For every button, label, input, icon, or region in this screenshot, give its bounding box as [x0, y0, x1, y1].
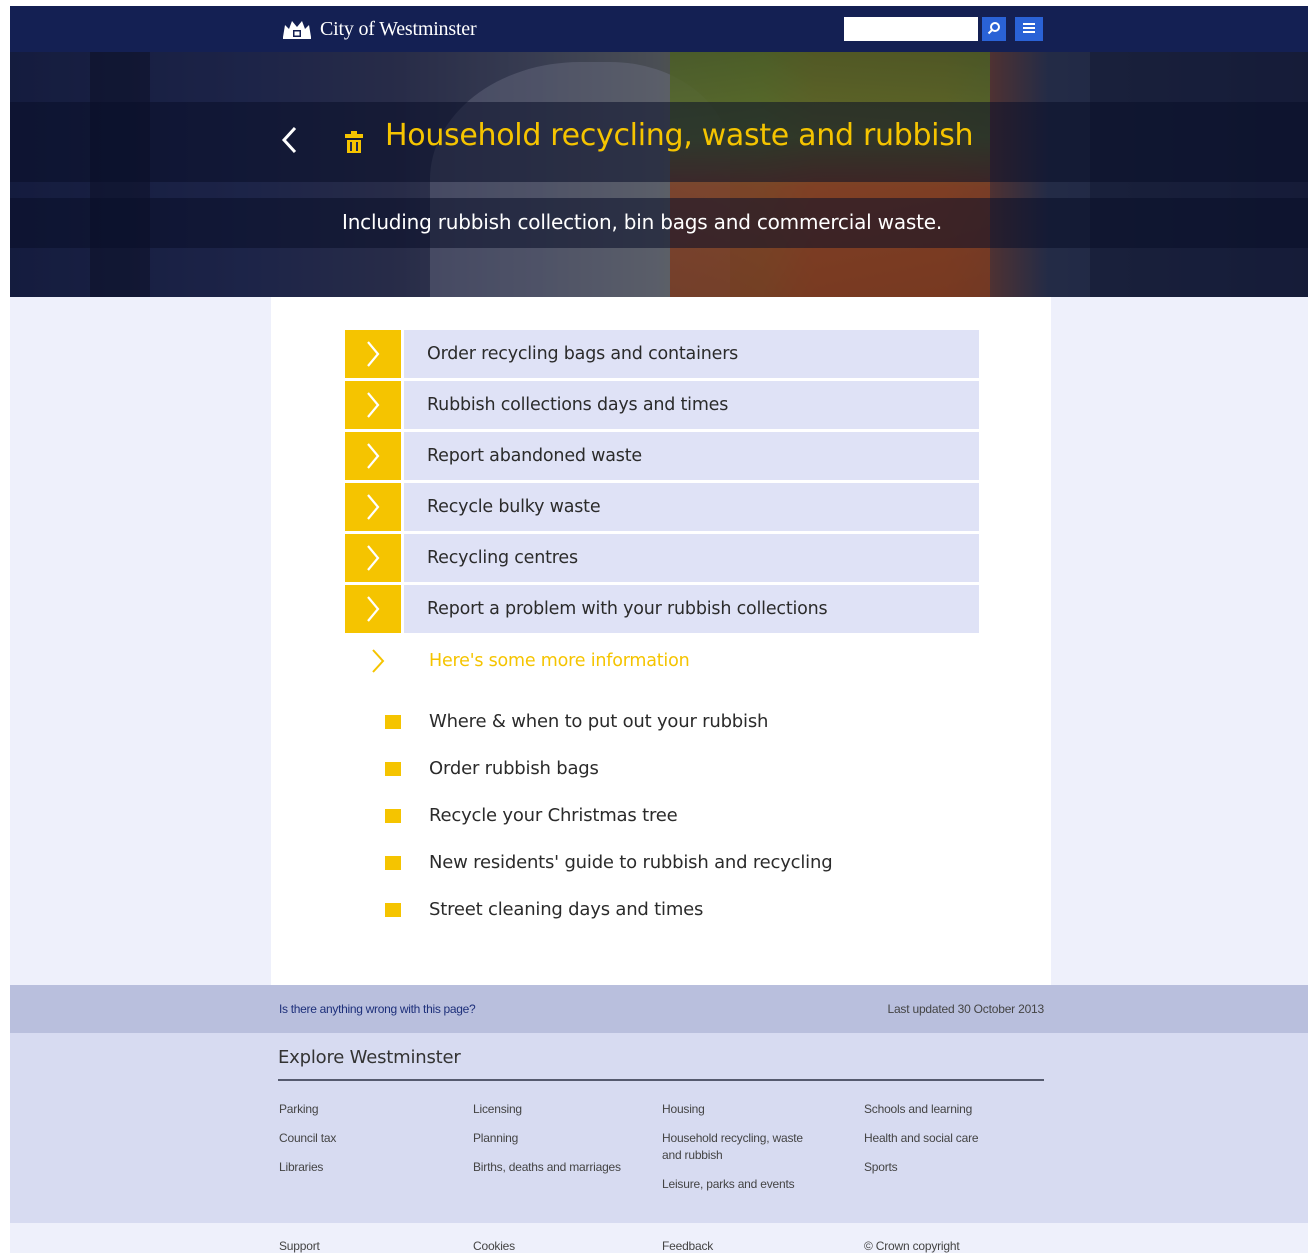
info-link-put-out-rubbish[interactable]: Where & when to put out your rubbish: [385, 698, 832, 745]
more-information-toggle[interactable]: Here's some more information: [367, 646, 690, 676]
task-label: Recycling centres: [404, 534, 979, 582]
info-link-label: Street cleaning days and times: [429, 899, 704, 920]
footer-link-cookies[interactable]: Cookies: [473, 1239, 515, 1253]
task-link-order-recycling-bags[interactable]: Order recycling bags and containers: [345, 330, 979, 378]
explore-title: Explore Westminster: [278, 1047, 461, 1068]
info-link-order-rubbish-bags[interactable]: Order rubbish bags: [385, 745, 832, 792]
crest-icon: [280, 17, 314, 41]
chevron-right-icon: [345, 432, 401, 480]
info-link-label: Recycle your Christmas tree: [429, 805, 678, 826]
explore-link[interactable]: Council tax: [279, 1130, 336, 1147]
explore-link[interactable]: Household recycling, waste and rubbish: [662, 1130, 822, 1164]
search-icon: [987, 21, 1001, 38]
task-link-collection-days[interactable]: Rubbish collections days and times: [345, 381, 979, 429]
explore-link[interactable]: Health and social care: [864, 1130, 979, 1147]
explore-link[interactable]: Housing: [662, 1101, 822, 1118]
explore-link[interactable]: Licensing: [473, 1101, 621, 1118]
info-link-label: New residents' guide to rubbish and recy…: [429, 852, 833, 873]
task-list: Order recycling bags and containers Rubb…: [345, 330, 979, 636]
task-label: Order recycling bags and containers: [404, 330, 979, 378]
chevron-right-icon: [345, 534, 401, 582]
square-bullet-icon: [385, 714, 401, 729]
task-label: Recycle bulky waste: [404, 483, 979, 531]
chevron-right-icon: [345, 585, 401, 633]
square-bullet-icon: [385, 761, 401, 776]
chevron-right-icon: [345, 483, 401, 531]
info-link-label: Order rubbish bags: [429, 758, 599, 779]
task-link-report-abandoned-waste[interactable]: Report abandoned waste: [345, 432, 979, 480]
footer-link-feedback[interactable]: Feedback: [662, 1239, 713, 1253]
explore-link[interactable]: Births, deaths and marriages: [473, 1159, 621, 1176]
more-information-links: Where & when to put out your rubbish Ord…: [385, 698, 833, 933]
square-bullet-icon: [385, 808, 401, 823]
explore-column: Schools and learning Health and social c…: [864, 1101, 979, 1188]
footer-copyright: © Crown copyright: [864, 1239, 960, 1253]
explore-column: Licensing Planning Births, deaths and ma…: [473, 1101, 621, 1188]
feedback-bar: Is there anything wrong with this page? …: [10, 985, 1308, 1033]
chevron-right-icon: [367, 647, 389, 675]
explore-link[interactable]: Libraries: [279, 1159, 336, 1176]
chevron-right-icon: [345, 381, 401, 429]
explore-section: Explore Westminster Parking Council tax …: [10, 1033, 1308, 1223]
chevron-right-icon: [345, 330, 401, 378]
explore-link[interactable]: Leisure, parks and events: [662, 1176, 822, 1193]
back-chevron-icon: [280, 125, 298, 160]
explore-link[interactable]: Planning: [473, 1130, 621, 1147]
explore-link[interactable]: Parking: [279, 1101, 336, 1118]
last-updated: Last updated 30 October 2013: [887, 1002, 1044, 1016]
back-button[interactable]: [278, 126, 300, 158]
info-link-christmas-tree[interactable]: Recycle your Christmas tree: [385, 792, 832, 839]
brand-logo[interactable]: City of Westminster: [280, 16, 477, 42]
page: City of Westminster Household recycling,…: [10, 6, 1308, 1253]
explore-column: Parking Council tax Libraries: [279, 1101, 336, 1188]
task-label: Report a problem with your rubbish colle…: [404, 585, 979, 633]
menu-icon: [1022, 21, 1036, 38]
main-content: Order recycling bags and containers Rubb…: [271, 297, 1051, 985]
task-link-recycling-centres[interactable]: Recycling centres: [345, 534, 979, 582]
report-problem-link[interactable]: Is there anything wrong with this page?: [279, 1002, 476, 1016]
task-label: Rubbish collections days and times: [404, 381, 979, 429]
task-label: Report abandoned waste: [404, 432, 979, 480]
task-link-recycle-bulky-waste[interactable]: Recycle bulky waste: [345, 483, 979, 531]
info-link-new-residents-guide[interactable]: New residents' guide to rubbish and recy…: [385, 839, 833, 886]
menu-button[interactable]: [1015, 17, 1043, 41]
divider: [278, 1079, 1044, 1081]
page-title: Household recycling, waste and rubbish: [385, 118, 974, 153]
page-subtitle: Including rubbish collection, bin bags a…: [342, 210, 942, 234]
explore-link[interactable]: Sports: [864, 1159, 978, 1176]
footer-link-support[interactable]: Support: [279, 1239, 320, 1253]
footer: Support Cookies Feedback © Crown copyrig…: [10, 1223, 1308, 1253]
info-link-label: Where & when to put out your rubbish: [429, 711, 769, 732]
info-link-street-cleaning[interactable]: Street cleaning days and times: [385, 886, 832, 933]
more-information-label: Here's some more information: [429, 651, 690, 671]
brand-name: City of Westminster: [320, 17, 477, 40]
explore-column: Housing Household recycling, waste and r…: [662, 1101, 822, 1205]
task-link-report-collection-problem[interactable]: Report a problem with your rubbish colle…: [345, 585, 979, 633]
square-bullet-icon: [385, 902, 401, 917]
search-input[interactable]: [844, 17, 978, 41]
hero-banner: Household recycling, waste and rubbish I…: [10, 52, 1308, 297]
bin-icon: [343, 130, 365, 154]
top-bar: City of Westminster: [10, 6, 1308, 52]
explore-link[interactable]: Schools and learning: [864, 1101, 978, 1118]
square-bullet-icon: [385, 855, 401, 870]
search-button[interactable]: [982, 17, 1006, 41]
